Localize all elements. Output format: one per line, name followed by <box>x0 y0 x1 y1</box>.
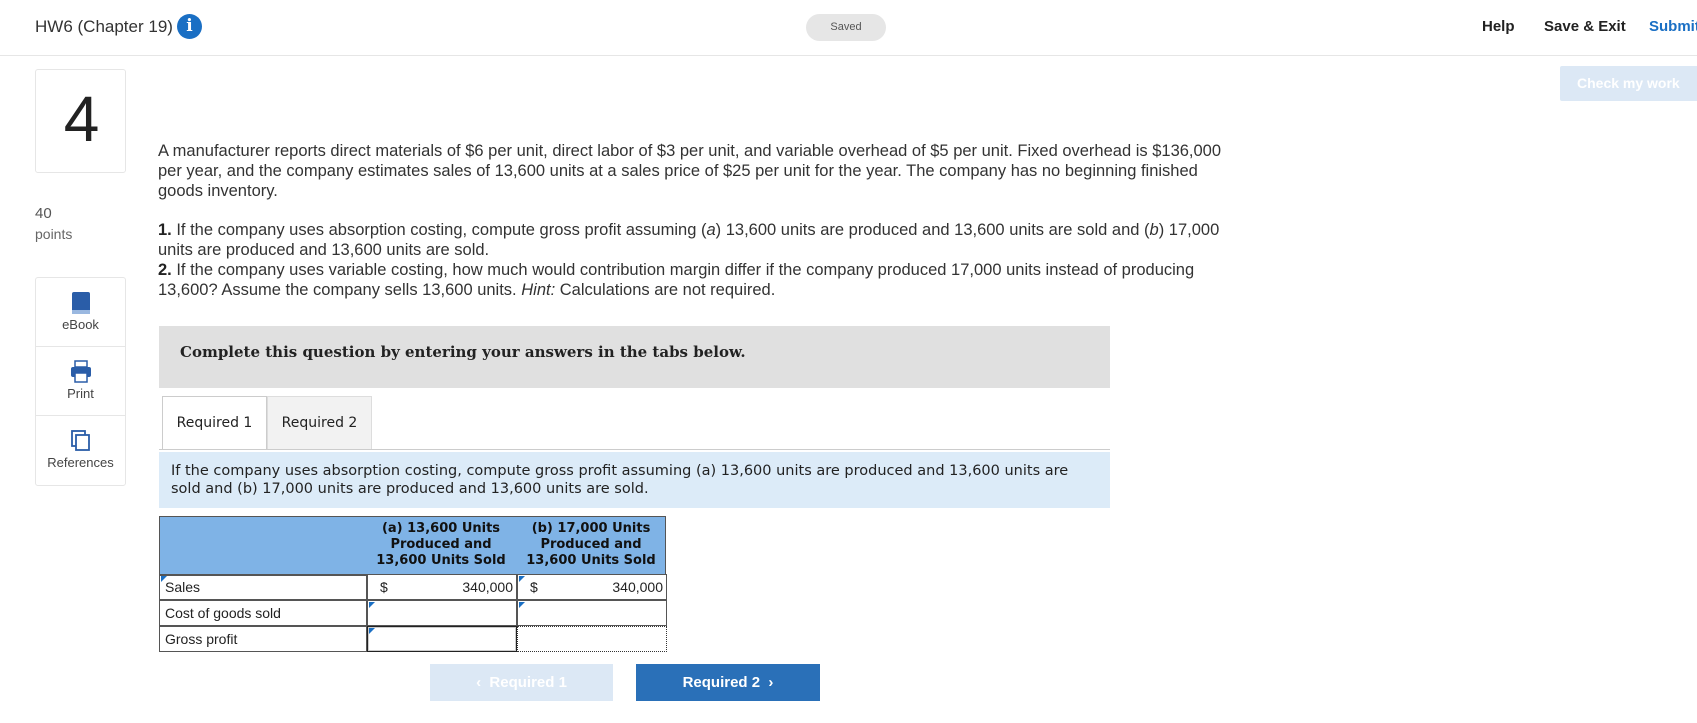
gross-profit-b-input[interactable] <box>517 626 667 652</box>
info-icon[interactable]: i <box>177 14 202 39</box>
print-button[interactable]: Print <box>36 347 125 416</box>
table-row: Sales $ 340,000 $ 340,000 <box>159 574 667 600</box>
points-value: 40 <box>35 205 52 222</box>
sales-b-input[interactable]: $ 340,000 <box>517 574 667 600</box>
save-exit-link[interactable]: Save & Exit <box>1544 18 1626 35</box>
column-header-a: (a) 13,600 Units Produced and 13,600 Uni… <box>376 521 506 568</box>
cogs-b-input[interactable] <box>517 600 667 626</box>
part1-a: a <box>706 221 716 239</box>
references-icon <box>71 430 90 451</box>
hint-text: Calculations are not required. <box>555 281 776 299</box>
top-bar: HW6 (Chapter 19) i Saved Help Save & Exi… <box>0 0 1697 56</box>
hint-label: Hint: <box>521 281 556 299</box>
references-label: References <box>47 455 114 470</box>
instructions-box: Complete this question by entering your … <box>159 326 1110 388</box>
question-number-box: 4 <box>35 69 126 173</box>
part1-number: 1. <box>158 221 172 239</box>
part1-text: If the company uses absorption costing, … <box>171 221 707 239</box>
saved-status-badge: Saved <box>806 14 886 41</box>
sales-a-input[interactable]: $ 340,000 <box>367 574 517 600</box>
currency-symbol: $ <box>380 579 388 595</box>
question-intro: A manufacturer reports direct materials … <box>158 142 1222 200</box>
assignment-title: HW6 (Chapter 19) <box>35 17 173 36</box>
previous-label: Required 1 <box>489 674 567 691</box>
chevron-left-icon: ‹ <box>476 674 490 691</box>
prompt-box: If the company uses absorption costing, … <box>159 452 1110 508</box>
part2-number: 2. <box>158 261 172 279</box>
cogs-a-input[interactable] <box>367 600 517 626</box>
ebook-button[interactable]: eBook <box>36 278 125 347</box>
question-number: 4 <box>63 83 100 155</box>
points-label: points <box>35 226 73 242</box>
prompt-text: If the company uses absorption costing, … <box>171 463 1069 497</box>
chevron-right-icon: › <box>760 674 774 691</box>
table-header: (a) 13,600 Units Produced and 13,600 Uni… <box>159 516 666 576</box>
row-label-cogs: Cost of goods sold <box>159 600 367 626</box>
column-header-b: (b) 17,000 Units Produced and 13,600 Uni… <box>526 521 656 568</box>
submit-link[interactable]: Submit <box>1649 18 1697 35</box>
tools-panel: eBook Print References <box>35 277 126 486</box>
currency-symbol: $ <box>530 579 538 595</box>
part1-text-b: ) 13,600 units are produced and 13,600 u… <box>715 221 1150 239</box>
printer-icon <box>71 360 91 383</box>
part1-b: b <box>1149 221 1159 239</box>
row-label-gross-profit: Gross profit <box>159 626 367 652</box>
tab-divider <box>159 449 1110 450</box>
question-parts: 1. If the company uses absorption costin… <box>158 220 1223 300</box>
next-label: Required 2 <box>682 674 761 691</box>
row-label-sales: Sales <box>159 574 367 600</box>
table-row: Cost of goods sold <box>159 600 667 626</box>
previous-required-button[interactable]: ‹ Required 1 <box>430 664 613 701</box>
print-label: Print <box>67 386 94 401</box>
instructions-text: Complete this question by entering your … <box>180 343 746 361</box>
table-row: Gross profit <box>159 626 667 652</box>
question-text: A manufacturer reports direct materials … <box>158 141 1223 300</box>
references-button[interactable]: References <box>36 416 125 485</box>
tab-required-2[interactable]: Required 2 <box>267 396 372 449</box>
tab-required-1[interactable]: Required 1 <box>162 396 267 449</box>
next-required-button[interactable]: Required 2 › <box>636 664 820 701</box>
help-link[interactable]: Help <box>1482 18 1515 35</box>
check-my-work-button[interactable]: Check my work <box>1560 66 1697 101</box>
book-icon <box>72 292 90 314</box>
sales-b-value: 340,000 <box>612 579 663 595</box>
sales-a-value: 340,000 <box>462 579 513 595</box>
gross-profit-a-input[interactable] <box>367 626 517 652</box>
ebook-label: eBook <box>62 317 99 332</box>
